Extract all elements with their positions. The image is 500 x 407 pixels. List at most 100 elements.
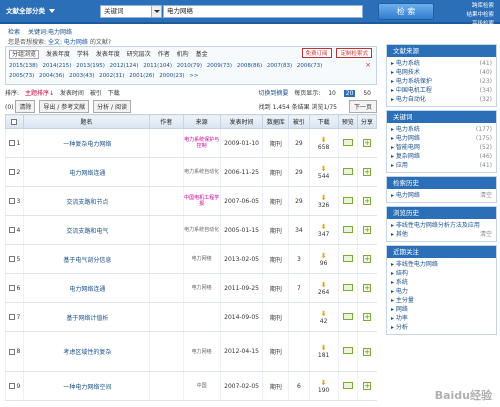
- result-downloads[interactable]: ⬇ 42: [308, 302, 339, 332]
- result-title[interactable]: 基于网络计值析: [22, 302, 150, 332]
- sort-date[interactable]: 发表时间: [60, 90, 84, 97]
- share-cell[interactable]: +: [356, 331, 377, 372]
- row-checkbox[interactable]: [8, 198, 15, 204]
- tab-research-level[interactable]: 研究层次: [127, 51, 151, 58]
- share-plus-icon[interactable]: +: [363, 139, 372, 147]
- sidebar-item-label[interactable]: 电力系统保护: [396, 78, 432, 85]
- select-all-header[interactable]: [5, 114, 24, 129]
- result-title[interactable]: 一种电力网络空间: [22, 371, 150, 401]
- result-author[interactable]: [148, 302, 184, 332]
- sidebar-item-label[interactable]: 非线性电力网络分析方法及应用: [396, 222, 480, 229]
- download-icon[interactable]: ⬇: [310, 344, 338, 352]
- share-cell[interactable]: +: [356, 371, 377, 401]
- preview-book-icon[interactable]: [342, 196, 353, 204]
- result-cited[interactable]: 6: [288, 371, 309, 401]
- result-cited[interactable]: 34: [288, 215, 309, 245]
- sidebar-item[interactable]: ▸ 分析: [391, 323, 492, 332]
- preview-book-icon[interactable]: [342, 138, 353, 146]
- result-source[interactable]: 电力系统自动化: [182, 157, 221, 187]
- sidebar-item-label[interactable]: 主分量: [396, 297, 414, 304]
- sidebar-item-label[interactable]: 电力系统: [396, 60, 420, 67]
- sidebar-item-label[interactable]: 电力网络: [396, 135, 420, 142]
- advanced-search-link[interactable]: 高级检索: [438, 20, 494, 29]
- row-select[interactable]: 3: [5, 186, 24, 216]
- download-icon[interactable]: ⬇: [310, 310, 338, 318]
- tab-institution[interactable]: 机构: [177, 51, 189, 58]
- sidebar-item[interactable]: ▸ 智能电网 (52): [391, 143, 492, 152]
- result-author[interactable]: [148, 371, 184, 401]
- share-plus-icon[interactable]: +: [363, 168, 372, 176]
- preview-cell[interactable]: [337, 157, 358, 187]
- download-icon[interactable]: ⬇: [310, 379, 338, 387]
- cross-db-search-link[interactable]: 跨库检索: [438, 2, 494, 11]
- tab-group-browse[interactable]: 分组浏览: [9, 50, 40, 59]
- sidebar-item[interactable]: ▸ 应用 (41): [391, 161, 492, 170]
- result-title-text[interactable]: 电力网络连通: [69, 170, 105, 177]
- preview-book-icon[interactable]: [342, 312, 353, 320]
- result-downloads[interactable]: ⬇ 190: [308, 371, 339, 401]
- next-page-button[interactable]: 下一页: [348, 100, 377, 113]
- result-author[interactable]: [148, 157, 184, 187]
- sidebar-item-label[interactable]: 智能电网: [396, 144, 420, 151]
- result-title-text[interactable]: 一种复杂电力网络: [63, 141, 111, 148]
- sidebar-item[interactable]: ▸ 电力系统 (41): [391, 59, 492, 68]
- sidebar-item[interactable]: ▸ 其他 清空: [391, 230, 492, 239]
- sidebar-item-label[interactable]: 电网技术: [396, 69, 420, 76]
- result-source[interactable]: 中国电机工程学报: [182, 186, 221, 216]
- share-cell[interactable]: +: [356, 302, 377, 332]
- download-icon[interactable]: ⬇: [310, 223, 338, 231]
- download-icon[interactable]: ⬇: [310, 165, 338, 173]
- sidebar-item-label[interactable]: 应用: [396, 162, 408, 169]
- result-title[interactable]: 考虑区域性的复杂: [22, 331, 150, 372]
- sidebar-panel-title[interactable]: 检索历史: [387, 177, 496, 189]
- sidebar-item[interactable]: ▸ 结构: [391, 269, 492, 278]
- suggestion-link[interactable]: 全文: 电力网络: [48, 39, 88, 46]
- row-select[interactable]: 1: [5, 128, 24, 158]
- category-scope-dropdown[interactable]: 文献全部分类: [6, 5, 94, 18]
- result-downloads[interactable]: ⬇ 658: [308, 128, 339, 158]
- sort-cited[interactable]: 被引: [90, 90, 102, 97]
- download-icon[interactable]: ⬇: [310, 136, 338, 144]
- sidebar-item-label[interactable]: 中国电机工程: [396, 87, 432, 94]
- share-cell[interactable]: +: [356, 273, 377, 303]
- row-select[interactable]: 4: [5, 215, 24, 245]
- per-page-20[interactable]: 20: [343, 90, 356, 97]
- row-select[interactable]: 6: [5, 273, 24, 303]
- year-item[interactable]: 2013(195): [76, 63, 105, 69]
- search-in-results-link[interactable]: 结果中检索: [438, 11, 494, 20]
- sidebar-item-label[interactable]: 分析: [396, 324, 408, 331]
- tab-fund[interactable]: 基金: [196, 51, 208, 58]
- tab-year[interactable]: 发表年度: [46, 51, 70, 58]
- result-author[interactable]: [148, 215, 184, 245]
- year-more[interactable]: >>: [189, 73, 198, 79]
- result-title-text[interactable]: 基于网络计值析: [66, 315, 108, 322]
- year-item[interactable]: 2014(215): [43, 63, 72, 69]
- preview-cell[interactable]: [337, 128, 358, 158]
- per-page-50[interactable]: 50: [361, 90, 373, 97]
- result-downloads[interactable]: ⬇ 544: [308, 157, 339, 187]
- preview-book-icon[interactable]: [342, 347, 353, 354]
- sidebar-item[interactable]: ▸ 电力网络 清空: [391, 191, 492, 200]
- sidebar-panel-title[interactable]: 关键词: [387, 111, 496, 123]
- result-author[interactable]: [148, 186, 184, 216]
- result-source[interactable]: 电力系统保护与控制: [182, 128, 221, 158]
- download-icon[interactable]: ⬇: [310, 281, 338, 289]
- result-title[interactable]: 基于电气剖分信息: [22, 244, 150, 274]
- result-title-text[interactable]: 基于电气剖分信息: [63, 257, 111, 264]
- preview-cell[interactable]: [337, 186, 358, 216]
- year-item[interactable]: 2004(36): [39, 73, 64, 79]
- preview-cell[interactable]: [337, 331, 358, 372]
- year-item[interactable]: 2008(86): [237, 63, 262, 69]
- preview-cell[interactable]: [337, 273, 358, 303]
- row-checkbox[interactable]: [8, 383, 15, 389]
- result-source[interactable]: 中国: [182, 371, 221, 401]
- row-select[interactable]: 8: [5, 331, 24, 372]
- result-downloads[interactable]: ⬇ 181: [308, 331, 339, 372]
- close-icon[interactable]: ×: [365, 61, 371, 69]
- sidebar-item[interactable]: ▸ 电网技术 (40): [391, 68, 492, 77]
- result-title[interactable]: 电力网络连通: [22, 157, 150, 187]
- tab-subject[interactable]: 学科: [77, 51, 89, 58]
- result-source[interactable]: 电力系统自动化: [182, 215, 221, 245]
- result-downloads[interactable]: ⬇ 347: [308, 215, 339, 245]
- share-plus-icon[interactable]: +: [363, 255, 372, 263]
